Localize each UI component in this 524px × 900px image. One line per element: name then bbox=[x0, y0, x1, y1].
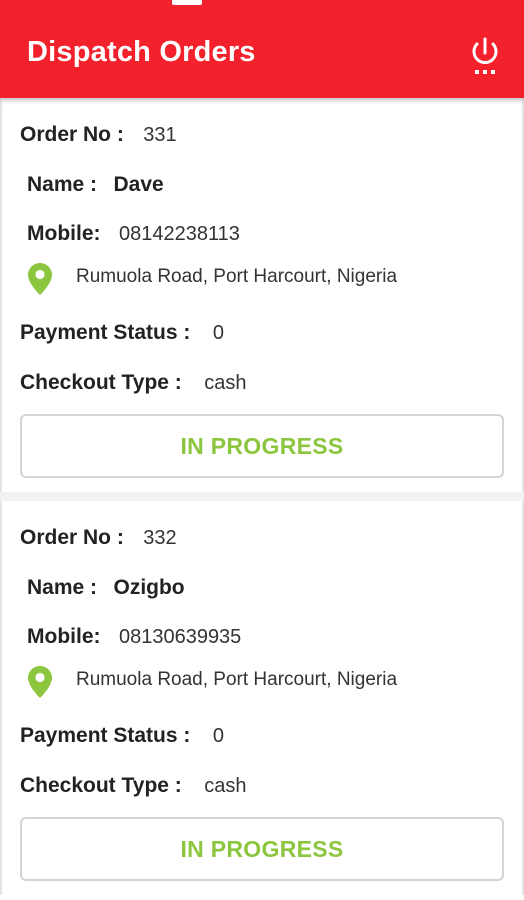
payment-status-label: Payment Status : bbox=[20, 724, 191, 747]
status-bar-icon bbox=[172, 0, 202, 5]
in-progress-button[interactable]: IN PROGRESS bbox=[20, 414, 504, 478]
location-pin-icon bbox=[28, 666, 52, 698]
order-number-value: 332 bbox=[143, 527, 177, 549]
card-edge bbox=[0, 98, 2, 492]
logout-button[interactable] bbox=[466, 36, 504, 78]
mobile-value: 08142238113 bbox=[118, 223, 240, 245]
name-row: Name : Ozigbo bbox=[27, 577, 185, 598]
payment-status-row: Payment Status : 0 bbox=[20, 322, 224, 343]
mobile-value: 08130639935 bbox=[118, 626, 242, 648]
name-label: Name : bbox=[27, 576, 98, 599]
checkout-type-value: cash bbox=[204, 372, 247, 394]
checkout-type-row: Checkout Type : cash bbox=[20, 372, 247, 393]
checkout-type-row: Checkout Type : cash bbox=[20, 775, 247, 796]
name-row: Name : Dave bbox=[27, 174, 164, 195]
power-icon bbox=[472, 37, 498, 74]
order-number-label: Order No : bbox=[20, 526, 124, 549]
order-number-row: Order No : 332 bbox=[20, 527, 177, 548]
name-label: Name : bbox=[27, 173, 98, 196]
address-text: Rumuola Road, Port Harcourt, Nigeria bbox=[76, 669, 398, 690]
payment-status-value: 0 bbox=[212, 725, 224, 747]
page-title: Dispatch Orders bbox=[27, 36, 256, 68]
payment-status-label: Payment Status : bbox=[20, 321, 191, 344]
location-pin-icon bbox=[28, 263, 52, 295]
name-value: Dave bbox=[113, 173, 164, 196]
order-card: Order No : 332 Name : Ozigbo Mobile: 081… bbox=[0, 501, 524, 895]
checkout-type-label: Checkout Type : bbox=[20, 774, 182, 797]
name-value: Ozigbo bbox=[113, 576, 185, 599]
orders-list: Order No : 331 Name : Dave Mobile: 08142… bbox=[0, 98, 524, 895]
app-bar: Dispatch Orders bbox=[0, 0, 524, 98]
payment-status-value: 0 bbox=[212, 322, 224, 344]
mobile-label: Mobile: bbox=[27, 222, 101, 245]
mobile-row: Mobile: 08142238113 bbox=[27, 223, 240, 244]
checkout-type-label: Checkout Type : bbox=[20, 371, 182, 394]
address-text: Rumuola Road, Port Harcourt, Nigeria bbox=[76, 266, 398, 287]
order-card: Order No : 331 Name : Dave Mobile: 08142… bbox=[0, 98, 524, 492]
in-progress-button[interactable]: IN PROGRESS bbox=[20, 817, 504, 881]
checkout-type-value: cash bbox=[204, 775, 247, 797]
card-edge bbox=[0, 501, 2, 895]
payment-status-row: Payment Status : 0 bbox=[20, 725, 224, 746]
order-number-row: Order No : 331 bbox=[20, 124, 177, 145]
order-number-value: 331 bbox=[143, 124, 177, 146]
mobile-row: Mobile: 08130639935 bbox=[27, 626, 241, 647]
order-number-label: Order No : bbox=[20, 123, 124, 146]
mobile-label: Mobile: bbox=[27, 625, 101, 648]
